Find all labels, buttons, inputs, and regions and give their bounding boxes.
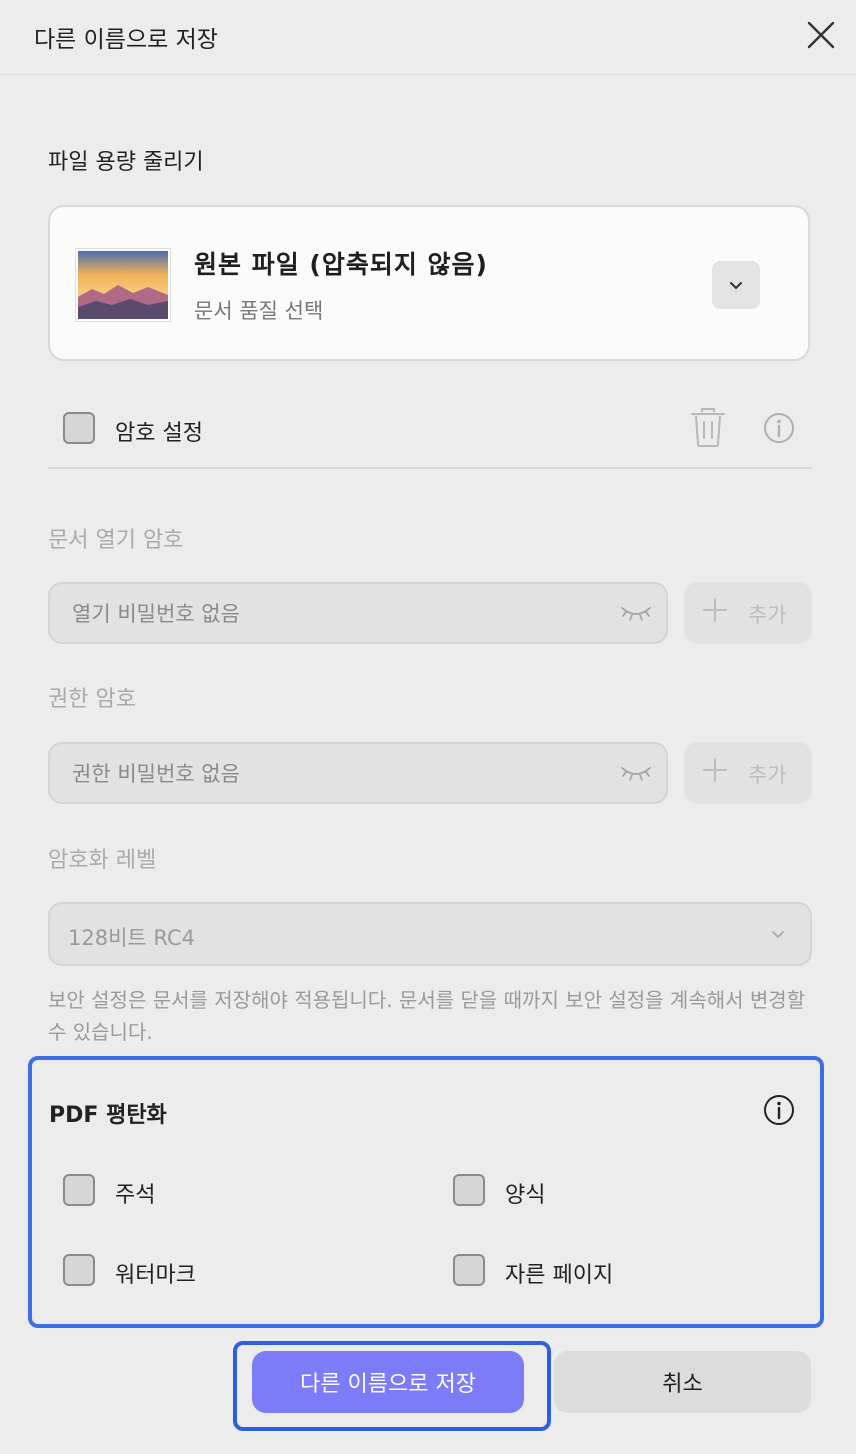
- section-divider: [48, 467, 812, 469]
- eye-closed-icon[interactable]: [620, 602, 652, 624]
- flatten-annotations-label: 주석: [115, 1183, 156, 1208]
- flatten-watermark-label: 워터마크: [115, 1263, 196, 1288]
- permission-password-field[interactable]: [48, 742, 668, 804]
- flatten-cropped-pages-label: 자른 페이지: [505, 1263, 614, 1288]
- plus-icon: [703, 758, 727, 782]
- dialog-title: 다른 이름으로 저장: [34, 27, 218, 53]
- sunset-image-icon: [78, 251, 168, 319]
- permission-password-heading: 권한 암호: [48, 687, 136, 712]
- chevron-down-icon: [772, 931, 784, 938]
- flatten-watermark-checkbox[interactable]: [63, 1254, 95, 1286]
- save-as-button[interactable]: 다른 이름으로 저장: [252, 1351, 524, 1413]
- password-checkbox[interactable]: [63, 412, 95, 444]
- quality-option-title: 원본 파일 (압축되지 않음): [194, 250, 488, 279]
- quality-dropdown-button[interactable]: [712, 261, 760, 309]
- compress-heading: 파일 용량 줄리기: [48, 150, 204, 175]
- add-permission-password-label: 추가: [748, 763, 787, 787]
- open-password-field[interactable]: [48, 582, 668, 644]
- security-note: 보안 설정은 문서를 저장해야 적용됩니다. 문서를 닫을 때까지 보안 설정을…: [48, 988, 806, 1044]
- add-open-password-button[interactable]: 추가: [684, 582, 812, 644]
- chevron-down-icon: [730, 282, 742, 289]
- password-checkbox-label: 암호 설정: [115, 421, 203, 446]
- flatten-forms-checkbox[interactable]: [453, 1174, 485, 1206]
- open-password-input[interactable]: [70, 584, 594, 644]
- add-open-password-label: 추가: [748, 603, 787, 627]
- password-info-icon[interactable]: [763, 412, 795, 444]
- encryption-level-value: 128비트 RC4: [68, 926, 195, 950]
- add-permission-password-button[interactable]: 추가: [684, 742, 812, 804]
- quality-thumbnail: [76, 249, 170, 321]
- flatten-info-icon[interactable]: [763, 1094, 795, 1126]
- trash-icon[interactable]: [688, 406, 728, 448]
- encryption-level-select[interactable]: 128비트 RC4: [48, 902, 812, 966]
- close-icon[interactable]: [800, 14, 842, 56]
- plus-icon: [703, 598, 727, 622]
- flatten-heading: PDF 평탄화: [49, 1103, 167, 1128]
- cancel-button[interactable]: 취소: [554, 1351, 811, 1413]
- quality-option-card[interactable]: 원본 파일 (압축되지 않음) 문서 품질 선택: [48, 205, 810, 361]
- quality-option-subtitle: 문서 품질 선택: [194, 299, 324, 323]
- encryption-level-heading: 암호화 레벨: [48, 848, 157, 873]
- flatten-annotations-checkbox[interactable]: [63, 1174, 95, 1206]
- eye-closed-icon[interactable]: [620, 762, 652, 784]
- open-password-heading: 문서 열기 암호: [48, 528, 184, 553]
- permission-password-input[interactable]: [70, 744, 594, 804]
- flatten-forms-label: 양식: [505, 1183, 546, 1208]
- title-bar: 다른 이름으로 저장: [0, 0, 856, 75]
- save-as-dialog: 다른 이름으로 저장 파일 용량 줄리기 원본 파일 (압축되지 않음) 문서 …: [0, 0, 856, 1454]
- flatten-cropped-pages-checkbox[interactable]: [453, 1254, 485, 1286]
